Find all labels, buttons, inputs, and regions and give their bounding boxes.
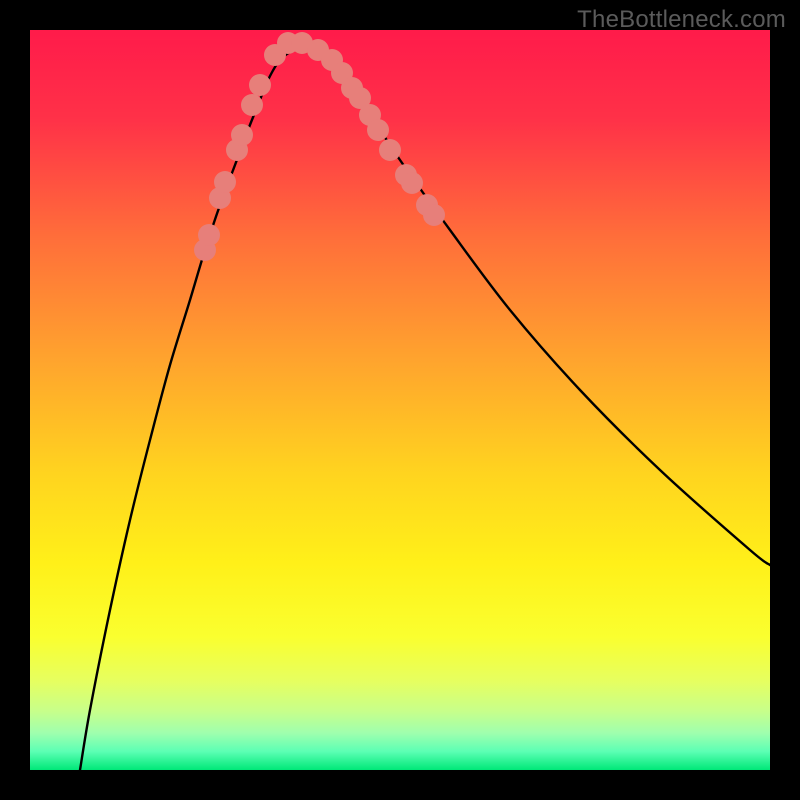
background-gradient bbox=[30, 30, 770, 770]
chart-frame bbox=[30, 30, 770, 770]
